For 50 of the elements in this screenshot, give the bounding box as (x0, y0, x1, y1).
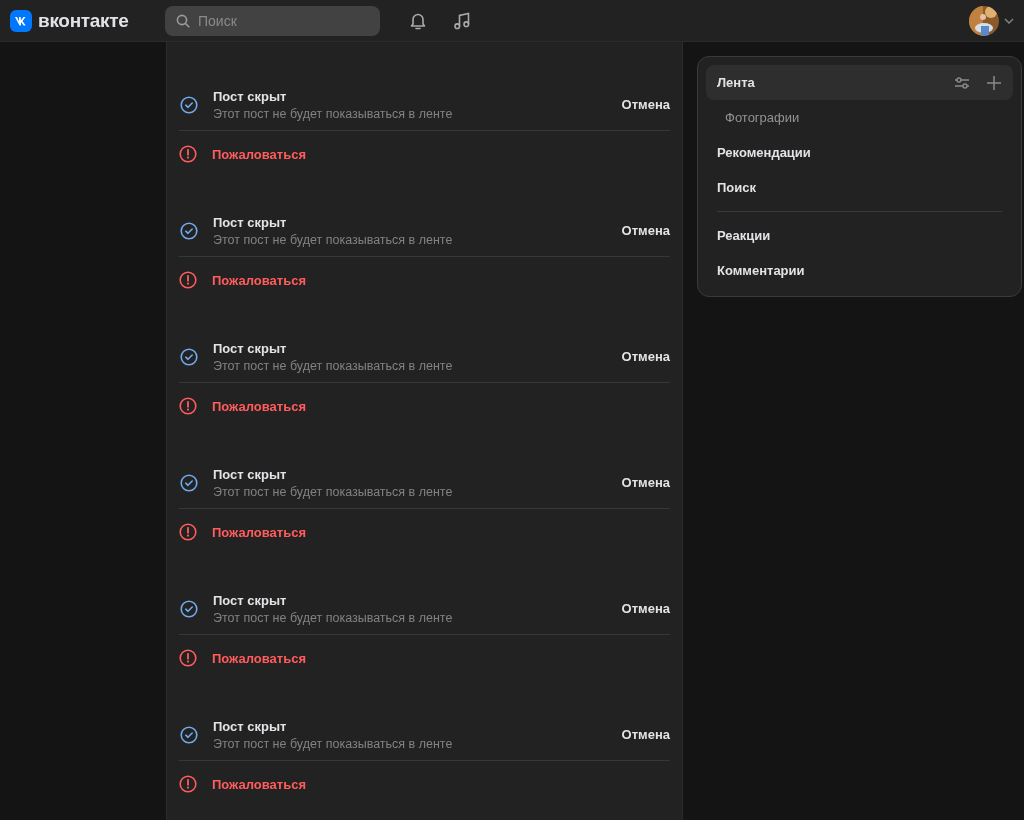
menu-item[interactable]: Реакции (706, 218, 1013, 253)
cancel-button[interactable]: Отмена (621, 97, 670, 112)
warning-icon (179, 775, 197, 793)
post-hidden-title: Пост скрыт (213, 466, 288, 482)
menu-item[interactable]: Поиск (706, 170, 1013, 205)
post-hidden-title: Пост скрыт (213, 718, 288, 734)
logo-text: вконтакте (38, 9, 129, 32)
check-circle-icon (180, 725, 198, 744)
menu-item[interactable]: Фотографии (706, 100, 1013, 135)
report-button[interactable]: Пожаловаться (179, 131, 670, 177)
cancel-button[interactable]: Отмена (621, 727, 670, 742)
check-circle-icon (180, 599, 198, 618)
post-hidden-title: Пост скрыт (213, 214, 288, 230)
post-hidden-title: Пост скрыт (213, 592, 288, 608)
warning-icon (179, 397, 197, 415)
search-icon (176, 13, 190, 28)
warning-icon (179, 145, 197, 163)
report-button[interactable]: Пожаловаться (179, 257, 670, 303)
warning-icon (179, 271, 197, 289)
cancel-button[interactable]: Отмена (621, 223, 670, 238)
post-hidden-note: Этот пост не будет показываться в ленте (213, 484, 454, 499)
cancel-button[interactable]: Отмена (621, 475, 670, 490)
check-circle-icon (180, 95, 198, 114)
cancel-button[interactable]: Отмена (621, 349, 670, 364)
menu-item[interactable]: Рекомендации (706, 135, 1013, 170)
post-hidden-title: Пост скрыт (213, 340, 288, 356)
post-hidden-title: Пост скрыт (213, 88, 288, 104)
settings-icon[interactable] (954, 75, 970, 90)
check-circle-icon (180, 221, 198, 240)
report-button[interactable]: Пожаловаться (179, 635, 670, 681)
post-hidden-note: Этот пост не будет показываться в ленте (213, 736, 454, 751)
report-button[interactable]: Пожаловаться (179, 509, 670, 555)
menu-item[interactable]: Комментарии (706, 253, 1013, 288)
post-hidden-note: Этот пост не будет показываться в ленте (213, 610, 454, 625)
search-field[interactable]: Поиск (165, 5, 380, 36)
logo-icon[interactable] (10, 9, 32, 32)
chevron-down-icon[interactable] (1004, 17, 1014, 24)
report-button[interactable]: Пожаловаться (179, 761, 670, 807)
check-circle-icon (180, 473, 198, 492)
music-icon[interactable] (452, 10, 472, 31)
add-icon[interactable] (987, 75, 1001, 90)
post-hidden-note: Этот пост не будет показываться в ленте (213, 232, 454, 247)
cancel-button[interactable]: Отмена (621, 601, 670, 616)
post-hidden-note: Этот пост не будет показываться в ленте (213, 358, 454, 373)
report-button[interactable]: Пожаловаться (179, 383, 670, 429)
menu-item[interactable]: Лента (706, 65, 1013, 100)
warning-icon (179, 523, 197, 541)
warning-icon (179, 649, 197, 667)
check-circle-icon (180, 347, 198, 366)
post-hidden-note: Этот пост не будет показываться в ленте (213, 106, 454, 121)
